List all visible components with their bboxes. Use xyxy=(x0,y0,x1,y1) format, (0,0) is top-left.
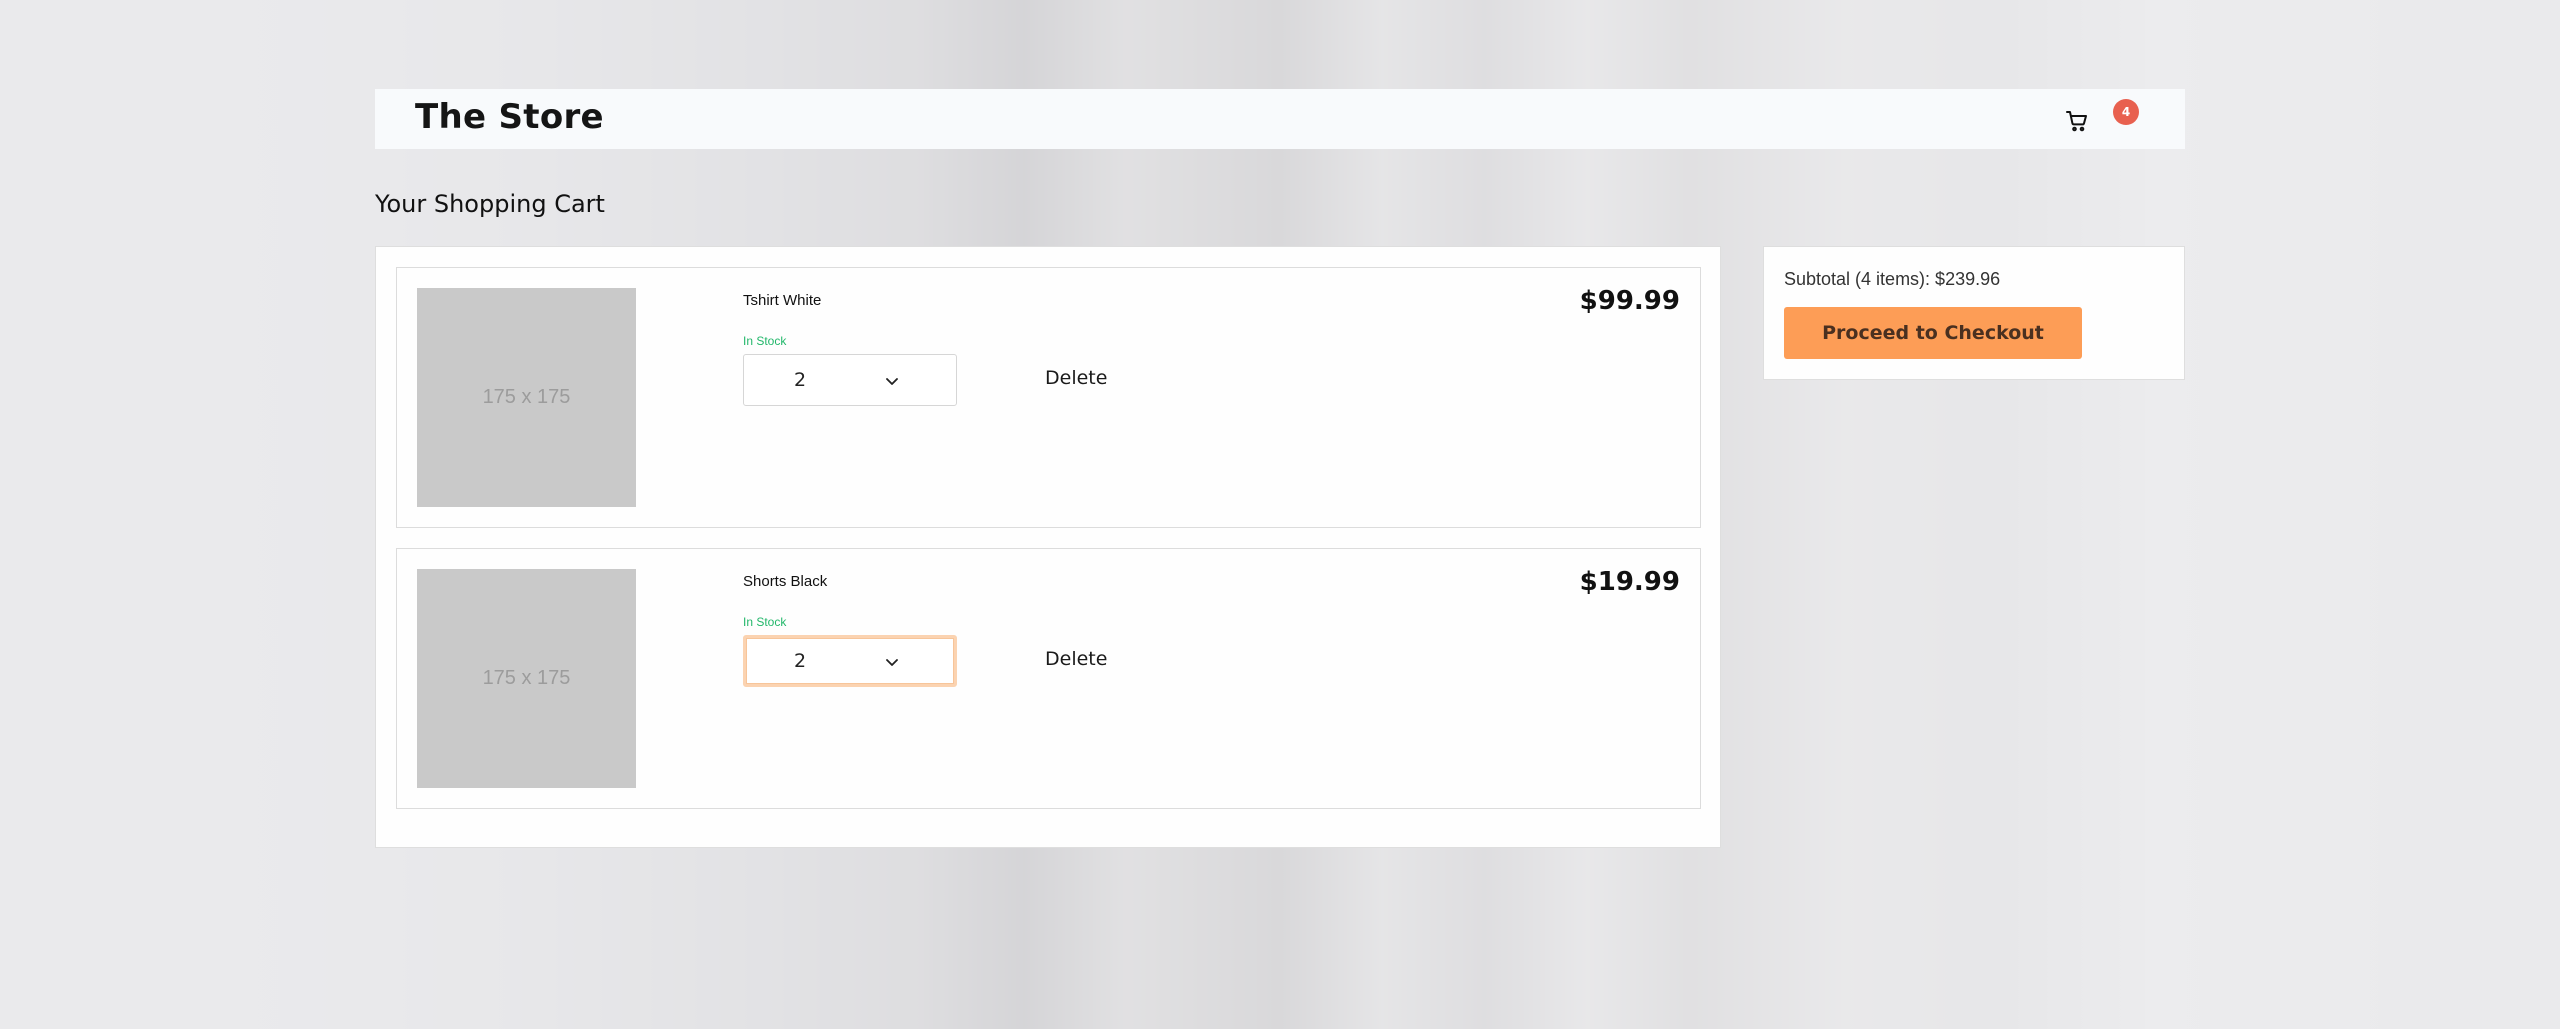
delete-button[interactable]: Delete xyxy=(1045,648,1107,670)
stock-status: In Stock xyxy=(743,615,787,629)
delete-button[interactable]: Delete xyxy=(1045,367,1107,389)
cart-count-badge: 4 xyxy=(2113,99,2139,125)
order-summary-panel: Subtotal (4 items): $239.96 Proceed to C… xyxy=(1763,246,2185,380)
page-title: Your Shopping Cart xyxy=(375,190,605,218)
product-name[interactable]: Shorts Black xyxy=(743,573,827,590)
product-price: $19.99 xyxy=(1579,567,1680,597)
product-image-placeholder: 175 x 175 xyxy=(417,569,636,788)
chevron-down-icon xyxy=(886,378,898,385)
product-image-placeholder: 175 x 175 xyxy=(417,288,636,507)
checkout-button[interactable]: Proceed to Checkout xyxy=(1784,307,2082,359)
cart-item: 175 x 175 Tshirt White In Stock 2 Delete… xyxy=(396,267,1701,528)
quantity-select[interactable]: 2 xyxy=(743,354,957,406)
cart-icon xyxy=(2066,111,2087,132)
stock-status: In Stock xyxy=(743,334,787,348)
cart-items-panel: 175 x 175 Tshirt White In Stock 2 Delete… xyxy=(375,246,1721,848)
subtotal-text: Subtotal (4 items): $239.96 xyxy=(1784,269,2001,289)
quantity-value: 2 xyxy=(794,650,807,672)
cart-button[interactable] xyxy=(2065,109,2089,133)
cart-item: 175 x 175 Shorts Black In Stock 2 Delete… xyxy=(396,548,1701,809)
product-price: $99.99 xyxy=(1579,286,1680,316)
quantity-value: 2 xyxy=(794,369,807,391)
quantity-select[interactable]: 2 xyxy=(743,635,957,687)
chevron-down-icon xyxy=(886,659,898,666)
product-name[interactable]: Tshirt White xyxy=(743,292,821,309)
header: The Store 4 xyxy=(375,89,2185,149)
store-logo[interactable]: The Store xyxy=(415,97,604,137)
